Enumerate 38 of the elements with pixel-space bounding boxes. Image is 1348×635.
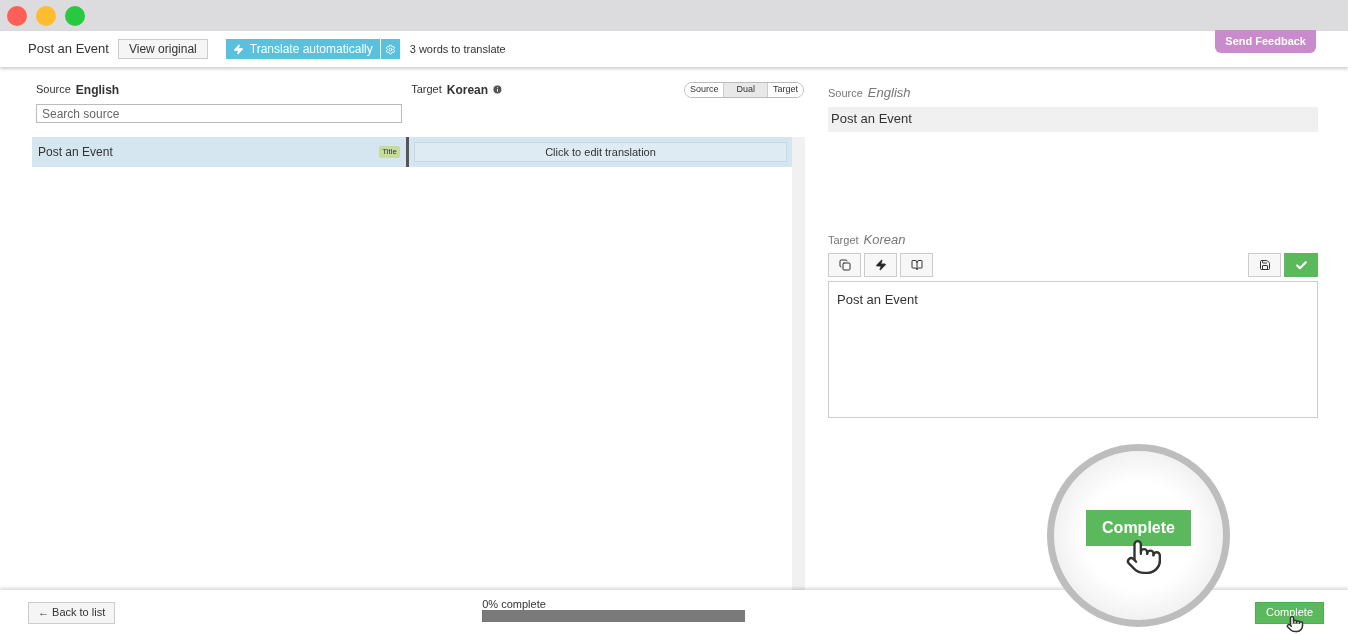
hand-cursor-icon bbox=[1124, 538, 1163, 576]
lightning-icon bbox=[874, 259, 887, 271]
source-language: English bbox=[75, 81, 120, 99]
view-mode-tab[interactable]: Dual bbox=[723, 82, 767, 97]
target-language: Korean bbox=[446, 81, 489, 99]
minimize-icon[interactable] bbox=[36, 5, 56, 26]
progress-text: 0% complete bbox=[482, 597, 547, 610]
back-button[interactable]: ← Back to list bbox=[28, 601, 116, 624]
view-original-button[interactable]: View original bbox=[117, 39, 208, 59]
view-mode-tab[interactable]: Target bbox=[767, 82, 803, 97]
target-label: Target bbox=[828, 232, 859, 248]
search-field[interactable]: Search source bbox=[36, 104, 402, 123]
save-icon bbox=[1258, 259, 1271, 271]
lightning-icon bbox=[232, 43, 244, 55]
word-count: 3 words to translate bbox=[409, 41, 506, 57]
close-icon[interactable] bbox=[7, 5, 27, 26]
segment-row[interactable]: Post an Event Title Click to edit translation bbox=[32, 137, 792, 167]
machine-translate-button[interactable] bbox=[864, 253, 897, 277]
settings-icon bbox=[384, 43, 396, 55]
target-language: Korean bbox=[863, 230, 906, 249]
check-icon bbox=[1294, 258, 1308, 272]
book-icon bbox=[910, 259, 923, 271]
source-label: Source bbox=[828, 86, 863, 101]
glossary-button[interactable] bbox=[900, 253, 933, 277]
target-label: Target bbox=[411, 82, 442, 98]
tag-label: Title bbox=[379, 146, 400, 158]
source-text: Post an Event bbox=[828, 106, 1318, 132]
info-icon bbox=[492, 84, 504, 95]
source-text: Post an Event bbox=[38, 144, 113, 161]
save-button[interactable] bbox=[1248, 253, 1281, 277]
translation-editor[interactable]: Post an Event bbox=[828, 281, 1318, 418]
settings-button[interactable] bbox=[380, 39, 400, 59]
source-language: English bbox=[867, 84, 911, 102]
translation-field[interactable]: Click to edit translation bbox=[414, 142, 787, 162]
source-label: Source bbox=[36, 82, 71, 98]
maximize-icon[interactable] bbox=[65, 5, 85, 26]
page-title: Post an Event bbox=[28, 40, 109, 59]
copy-icon bbox=[838, 259, 851, 271]
